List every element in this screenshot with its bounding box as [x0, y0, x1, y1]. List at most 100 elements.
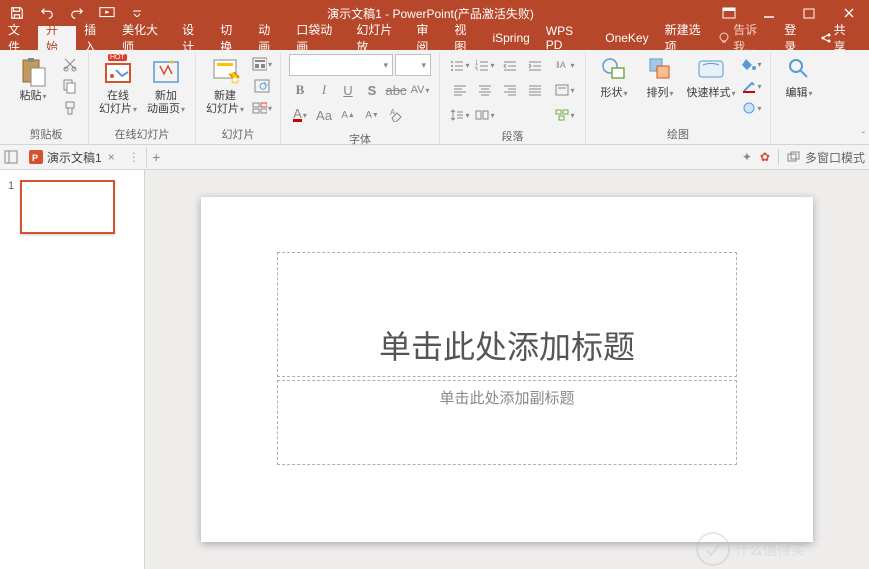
- bold-button[interactable]: B: [289, 79, 311, 101]
- columns-button[interactable]: [473, 104, 497, 126]
- group-drawing: 形状 排列 快速样式 绘图: [586, 52, 771, 144]
- line-spacing-button[interactable]: [448, 104, 472, 126]
- tab-view[interactable]: 视图: [446, 26, 484, 50]
- svg-text:P: P: [32, 153, 38, 163]
- slide-canvas-area[interactable]: 单击此处添加标题 单击此处添加副标题 什么值得买: [145, 170, 869, 569]
- group-slides: 新建 幻灯片 幻灯片: [196, 52, 281, 144]
- share-button[interactable]: 共享: [816, 26, 859, 50]
- slide-thumbnail-1[interactable]: 1: [8, 180, 136, 234]
- new-slide-button[interactable]: 新建 幻灯片: [204, 54, 246, 116]
- bullets-button[interactable]: [448, 54, 472, 76]
- watermark: 什么值得买: [695, 529, 805, 569]
- underline-button[interactable]: U: [337, 79, 359, 101]
- window-title: 演示文稿1 - PowerPoint(产品激活失败): [152, 5, 709, 22]
- login-button[interactable]: 登录: [780, 26, 810, 50]
- tab-design[interactable]: 设计: [174, 26, 212, 50]
- format-painter-button[interactable]: [60, 98, 80, 118]
- subtitle-placeholder[interactable]: 单击此处添加副标题: [277, 380, 737, 465]
- tab-beautify[interactable]: 美化大师: [114, 26, 174, 50]
- fill-icon: [742, 57, 756, 71]
- multi-window-button[interactable]: 多窗口模式: [787, 149, 865, 166]
- reset-button[interactable]: [252, 76, 272, 96]
- clear-formatting-button[interactable]: A: [385, 104, 407, 126]
- find-icon: [784, 54, 814, 84]
- align-center-button[interactable]: [473, 79, 497, 101]
- tab-animations[interactable]: 动画: [250, 26, 288, 50]
- online-slides-button[interactable]: HOT 在线 幻灯片: [97, 54, 139, 116]
- increase-font-button[interactable]: A▲: [337, 104, 359, 126]
- group-online-slides: HOT 在线 幻灯片 新加 动画页 在线幻灯片: [89, 52, 196, 144]
- nav-pane-toggle[interactable]: [4, 150, 18, 164]
- tab-slideshow[interactable]: 幻灯片放: [348, 26, 408, 50]
- svg-text:什么值得买: 什么值得买: [735, 542, 805, 558]
- shape-outline-button[interactable]: [742, 76, 762, 96]
- tab-pocket-anim[interactable]: 口袋动画: [288, 26, 348, 50]
- document-tab-strip: P 演示文稿1 × ⋮ + ✦ ✿ 多窗口模式: [0, 145, 869, 170]
- decrease-font-button[interactable]: A▼: [361, 104, 383, 126]
- change-case-button[interactable]: Aa: [313, 104, 335, 126]
- smartart-button[interactable]: [553, 104, 577, 126]
- group-label-drawing: 绘图: [594, 124, 762, 144]
- char-spacing-button[interactable]: AV: [409, 79, 431, 101]
- paste-button[interactable]: 粘贴: [12, 54, 54, 103]
- settings-icon[interactable]: ✿: [760, 150, 770, 164]
- star-icon[interactable]: ✦: [742, 150, 752, 164]
- svg-text:A: A: [390, 108, 396, 117]
- align-text-button[interactable]: [553, 79, 577, 101]
- group-font: ▾ ▾ B I U S abc AV A Aa A▲ A▼ A 字体: [281, 52, 440, 144]
- multi-window-icon: [787, 151, 801, 163]
- cut-button[interactable]: [60, 54, 80, 74]
- section-icon: [252, 101, 267, 115]
- align-right-button[interactable]: [498, 79, 522, 101]
- shape-effects-button[interactable]: [742, 98, 762, 118]
- tab-close-button[interactable]: ×: [106, 150, 117, 164]
- quick-styles-icon: [696, 54, 726, 84]
- group-label-paragraph: 段落: [448, 126, 577, 146]
- tab-insert[interactable]: 插入: [76, 26, 114, 50]
- workspace: 1 单击此处添加标题 单击此处添加副标题 什么值得买: [0, 170, 869, 569]
- title-placeholder[interactable]: 单击此处添加标题: [277, 252, 737, 377]
- document-tab[interactable]: P 演示文稿1 ×: [22, 146, 124, 169]
- online-slides-icon: HOT: [102, 56, 134, 88]
- justify-button[interactable]: [523, 79, 547, 101]
- quick-styles-button[interactable]: 快速样式: [686, 54, 736, 100]
- new-animation-page-button[interactable]: 新加 动画页: [145, 54, 187, 116]
- tab-wps[interactable]: WPS PD: [538, 26, 597, 50]
- tab-transitions[interactable]: 切换: [212, 26, 250, 50]
- tab-new-options[interactable]: 新建选项: [657, 26, 717, 50]
- tab-review[interactable]: 审阅: [408, 26, 446, 50]
- paste-icon: [17, 56, 49, 88]
- numbering-button[interactable]: 123: [473, 54, 497, 76]
- cut-icon: [62, 56, 78, 72]
- italic-button[interactable]: I: [313, 79, 335, 101]
- lightbulb-icon: [717, 31, 730, 45]
- shapes-button[interactable]: 形状: [594, 54, 634, 100]
- tab-onekey[interactable]: OneKey: [597, 26, 656, 50]
- group-label-slides: 幻灯片: [204, 124, 272, 144]
- font-family-combo[interactable]: ▾: [289, 54, 393, 76]
- font-color-button[interactable]: A: [289, 104, 311, 126]
- align-left-button[interactable]: [448, 79, 472, 101]
- tab-file[interactable]: 文件: [0, 26, 38, 50]
- share-icon: [820, 32, 831, 44]
- font-size-combo[interactable]: ▾: [395, 54, 431, 76]
- layout-button[interactable]: [252, 54, 272, 74]
- copy-button[interactable]: [60, 76, 80, 96]
- tab-home[interactable]: 开始: [38, 26, 76, 50]
- section-button[interactable]: [252, 98, 272, 118]
- shadow-button[interactable]: S: [361, 79, 383, 101]
- ribbon-tabs: 文件 开始 插入 美化大师 设计 切换 动画 口袋动画 幻灯片放 审阅 视图 i…: [0, 26, 869, 50]
- group-paragraph: 123 ‖A 段落: [440, 52, 586, 144]
- effects-icon: [742, 101, 756, 115]
- decrease-indent-button[interactable]: [498, 54, 522, 76]
- editing-button[interactable]: 编辑: [779, 54, 819, 100]
- arrange-button[interactable]: 排列: [640, 54, 680, 100]
- collapse-ribbon-button[interactable]: ˇ: [862, 131, 865, 142]
- text-direction-button[interactable]: ‖A: [553, 54, 577, 76]
- shape-fill-button[interactable]: [742, 54, 762, 74]
- tab-ispring[interactable]: iSpring: [484, 26, 537, 50]
- increase-indent-button[interactable]: [523, 54, 547, 76]
- new-tab-button[interactable]: +: [146, 147, 166, 167]
- slide[interactable]: 单击此处添加标题 单击此处添加副标题: [201, 197, 813, 542]
- strikethrough-button[interactable]: abc: [385, 79, 407, 101]
